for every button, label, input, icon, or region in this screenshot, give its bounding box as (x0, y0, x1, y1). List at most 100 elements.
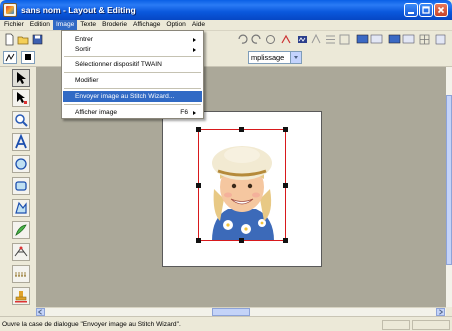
minimize-button[interactable] (404, 3, 418, 17)
maximize-button[interactable] (419, 3, 433, 17)
rectangle-icon (15, 181, 27, 191)
line-icon (5, 53, 15, 62)
pattern-button-2[interactable] (324, 33, 337, 46)
grid-icon (419, 34, 430, 45)
resize-handle-nw[interactable] (196, 127, 201, 132)
vertical-scrollbar[interactable] (446, 67, 452, 307)
stitch-simulator-icon (281, 34, 291, 44)
menu-fichier[interactable]: Fichier (1, 20, 27, 30)
pattern-button-3[interactable] (338, 33, 351, 46)
close-button[interactable] (434, 3, 448, 17)
point-edit-tool[interactable] (12, 89, 30, 107)
menu-separator (64, 72, 201, 73)
open-file-button[interactable] (17, 33, 30, 46)
text-tool[interactable] (12, 133, 30, 151)
circle-tool[interactable] (12, 155, 30, 173)
vertical-scroll-thumb[interactable] (446, 95, 452, 265)
grid-button[interactable] (418, 33, 431, 46)
region-icon (25, 54, 31, 60)
line-mode-button[interactable] (3, 51, 17, 64)
menu-item-label: Sélectionner dispositif TWAIN (75, 61, 162, 68)
chevron-left-icon (37, 309, 42, 315)
resize-handle-ne[interactable] (283, 127, 288, 132)
zoom-tool[interactable] (12, 111, 30, 129)
display-icon (402, 34, 415, 44)
display-icon (356, 34, 369, 44)
new-file-button[interactable] (3, 33, 16, 46)
save-button[interactable] (31, 33, 44, 46)
help-icon (435, 34, 446, 45)
horizontal-scroll-thumb[interactable] (212, 308, 250, 316)
menu-item-afficher-image[interactable]: Afficher image F6 (63, 107, 202, 118)
menu-item-label: Envoyer image au Stitch Wizard... (75, 93, 175, 100)
status-message: Ouvre la case de dialogue "Envoyer image… (2, 321, 181, 328)
resize-handle-n[interactable] (239, 127, 244, 132)
menu-item-label: Afficher image (75, 109, 118, 116)
stamp-icon (15, 291, 27, 303)
rotate-icon (266, 35, 275, 44)
resize-handle-se[interactable] (283, 238, 288, 243)
menu-item-send-to-stitch-wizard[interactable]: Envoyer image au Stitch Wizard... (63, 91, 202, 102)
menu-item-select-twain[interactable]: Sélectionner dispositif TWAIN (63, 59, 202, 70)
horizontal-scrollbar[interactable] (36, 307, 446, 316)
menu-separator (64, 88, 201, 89)
pattern-button-1[interactable] (310, 33, 323, 46)
rectangle-tool[interactable] (12, 177, 30, 195)
undo-button[interactable] (236, 33, 249, 46)
help-button[interactable] (434, 33, 447, 46)
region-mode-button[interactable] (21, 51, 35, 64)
brush-tool[interactable] (12, 221, 30, 239)
stitch-icon (14, 246, 28, 257)
rotate-button[interactable] (264, 33, 277, 46)
chevron-right-icon (439, 309, 444, 315)
pattern-icon (311, 33, 321, 44)
selection-frame[interactable] (198, 129, 286, 241)
menu-broderie[interactable]: Broderie (99, 20, 130, 30)
point-edit-icon (17, 92, 27, 104)
chevron-down-icon[interactable] (290, 52, 301, 63)
resize-handle-w[interactable] (196, 183, 201, 188)
save-icon (32, 34, 43, 45)
menu-edition[interactable]: Edition (27, 20, 53, 30)
select-tool[interactable] (12, 69, 30, 87)
running-stitch-tool[interactable] (12, 265, 30, 283)
redo-button[interactable] (250, 33, 263, 46)
stamp-tool[interactable] (12, 287, 30, 305)
title-bar: sans nom - Layout & Editing (0, 0, 452, 20)
menu-texte[interactable]: Texte (77, 20, 99, 30)
running-stitch-icon (15, 272, 27, 277)
undo-icon (238, 34, 248, 44)
stitch-tool[interactable] (12, 243, 30, 261)
status-cell-2 (412, 320, 450, 330)
brush-icon (15, 224, 27, 236)
menu-item-modifier[interactable]: Modifier (63, 75, 202, 86)
display-button-1[interactable] (356, 33, 369, 46)
resize-handle-e[interactable] (283, 183, 288, 188)
open-folder-icon (17, 36, 29, 45)
circle-icon (15, 158, 27, 170)
display-button-2[interactable] (370, 33, 383, 46)
select-arrow-icon (17, 72, 26, 84)
display-icon (388, 34, 401, 44)
display-button-3[interactable] (388, 33, 401, 46)
fill-stitch-select[interactable]: mplissage (248, 51, 302, 64)
menu-separator (64, 56, 201, 57)
zoom-icon (15, 114, 28, 127)
menu-affichage[interactable]: Affichage (130, 20, 163, 30)
menu-option[interactable]: Option (163, 20, 188, 30)
display-button-4[interactable] (402, 33, 415, 46)
resize-handle-s[interactable] (239, 238, 244, 243)
embroidery-view-button[interactable] (296, 33, 309, 46)
display-icon (370, 34, 383, 44)
menu-item-sortir[interactable]: Sortir (63, 44, 202, 55)
app-icon[interactable] (3, 3, 17, 17)
stitch-simulator-button[interactable] (280, 33, 293, 46)
fill-stitch-value: mplissage (251, 53, 285, 62)
tool-palette (0, 67, 36, 307)
outline-tool[interactable] (12, 199, 30, 217)
scroll-left-button[interactable] (36, 308, 45, 316)
scroll-right-button[interactable] (436, 308, 445, 316)
resize-handle-sw[interactable] (196, 238, 201, 243)
menu-aide[interactable]: Aide (189, 20, 208, 30)
menu-image[interactable]: Image (52, 20, 78, 30)
